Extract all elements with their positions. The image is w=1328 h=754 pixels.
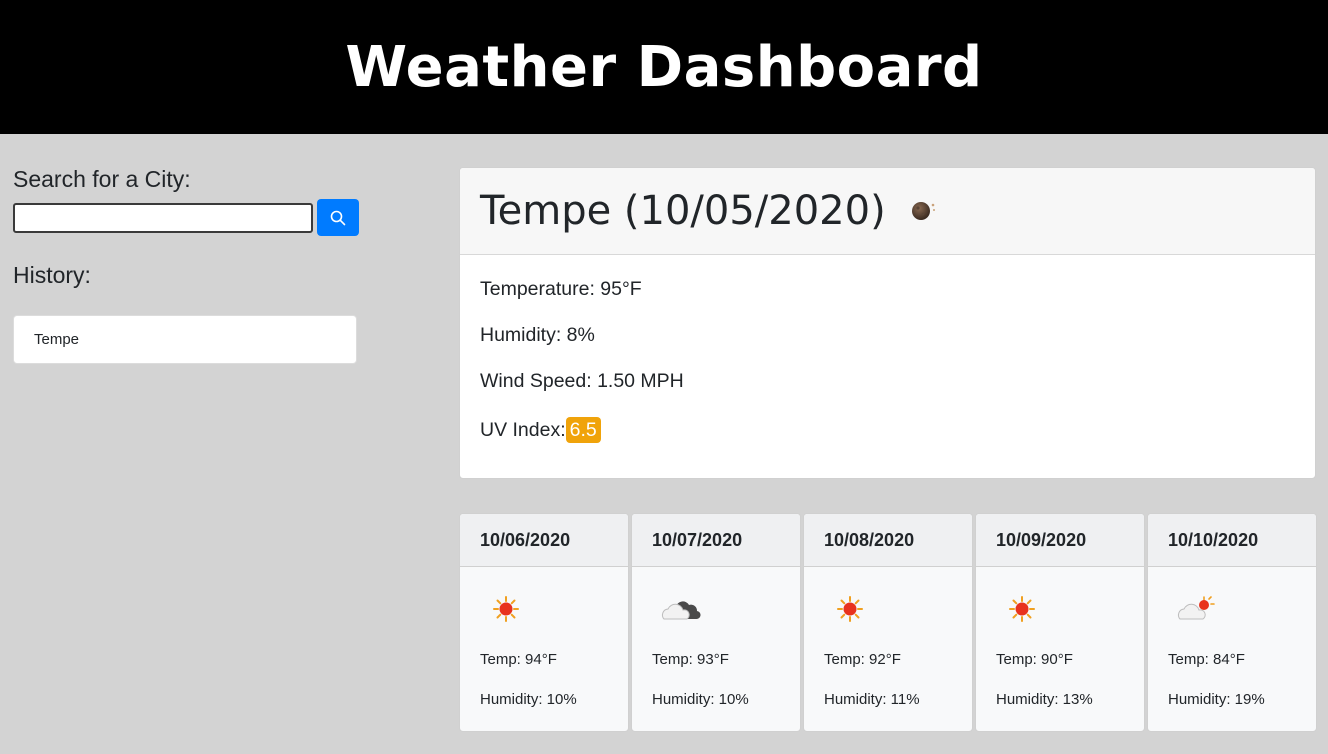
temperature-text: Temperature: 95°F bbox=[480, 278, 642, 300]
forecast-temp: Temp: 92°F bbox=[824, 651, 901, 668]
sidebar: Search for a City: History: Tempe bbox=[13, 166, 359, 364]
moon-icon bbox=[908, 197, 938, 228]
search-input[interactable] bbox=[13, 202, 313, 233]
forecast-temp: Temp: 93°F bbox=[652, 651, 729, 668]
search-icon bbox=[330, 210, 346, 225]
forecast-humidity: Humidity: 13% bbox=[996, 691, 1093, 708]
humidity-text: Humidity: 8% bbox=[480, 324, 595, 346]
page-title: Weather Dashboard bbox=[345, 34, 983, 100]
wind-speed-text: Wind Speed: 1.50 MPH bbox=[480, 370, 684, 392]
cloud-icon bbox=[652, 567, 780, 651]
forecast-humidity: Humidity: 10% bbox=[652, 691, 749, 708]
page-header: Weather Dashboard bbox=[0, 0, 1328, 134]
forecast-temp: Temp: 94°F bbox=[480, 651, 557, 668]
sun-icon bbox=[996, 567, 1124, 651]
history-label: History: bbox=[13, 262, 91, 288]
uv-index-badge: 6.5 bbox=[565, 417, 601, 443]
uv-index-row: UV Index: 6.5 bbox=[480, 417, 1295, 443]
history-list: Tempe bbox=[13, 315, 359, 364]
forecast-card: 10/06/2020 Temp: 94°F Humidity: 10% bbox=[459, 513, 629, 732]
forecast-date: 10/10/2020 bbox=[1148, 514, 1316, 567]
forecast-card: 10/07/2020 Temp: 93°F Humidity: 10% bbox=[631, 513, 801, 732]
forecast-temp: Temp: 84°F bbox=[1168, 651, 1245, 668]
search-button[interactable] bbox=[317, 199, 359, 236]
partly-cloudy-icon bbox=[1168, 567, 1296, 651]
city-title: Tempe (10/05/2020) bbox=[480, 188, 886, 234]
sun-icon bbox=[824, 567, 952, 651]
current-weather-card: Tempe (10/05/2020) Temperature: 95°F Hum… bbox=[459, 167, 1316, 479]
forecast-humidity: Humidity: 10% bbox=[480, 691, 577, 708]
forecast-humidity: Humidity: 19% bbox=[1168, 691, 1265, 708]
forecast-date: 10/08/2020 bbox=[804, 514, 972, 567]
search-label: Search for a City: bbox=[13, 166, 191, 192]
sun-icon bbox=[480, 567, 608, 651]
forecast-card: 10/09/2020 Temp: 90°F Humidity: 13% bbox=[975, 513, 1145, 732]
forecast-date: 10/09/2020 bbox=[976, 514, 1144, 567]
uv-index-label: UV Index: bbox=[480, 418, 566, 441]
search-row bbox=[13, 199, 359, 236]
forecast-card: 10/10/2020 Temp: 84°F Humidity: 19% bbox=[1147, 513, 1317, 732]
forecast-temp: Temp: 90°F bbox=[996, 651, 1073, 668]
current-weather-header: Tempe (10/05/2020) bbox=[460, 168, 1315, 255]
current-weather-body: Temperature: 95°F Humidity: 8% Wind Spee… bbox=[460, 255, 1315, 478]
forecast-row: 10/06/2020 Temp: 94°F Humidity: 10% 10/0… bbox=[459, 513, 1317, 732]
forecast-humidity: Humidity: 11% bbox=[824, 691, 920, 708]
forecast-date: 10/06/2020 bbox=[460, 514, 628, 567]
forecast-card: 10/08/2020 Temp: 92°F Humidity: 11% bbox=[803, 513, 973, 732]
forecast-date: 10/07/2020 bbox=[632, 514, 800, 567]
history-item[interactable]: Tempe bbox=[13, 315, 357, 364]
